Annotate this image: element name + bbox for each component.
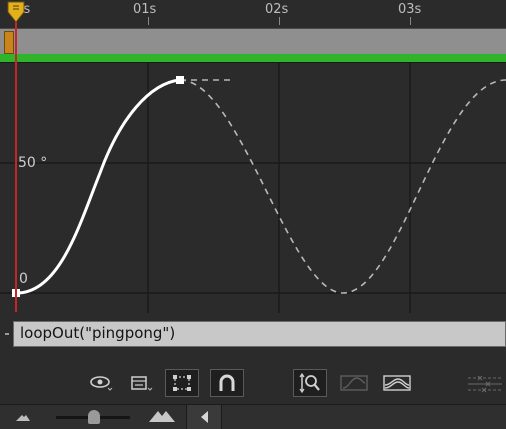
zoom-out-mountain-icon[interactable]: [14, 411, 34, 423]
ruler-label-2: 02s: [265, 2, 289, 17]
graph-canvas[interactable]: [0, 63, 506, 313]
ruler-label-3: 03s: [398, 2, 422, 17]
expression-marker: [5, 333, 9, 335]
expression-text: loopOut("pingpong"): [20, 324, 176, 342]
scroll-left-arrow-icon: [201, 411, 208, 423]
fit-all-icon: [383, 375, 411, 391]
ruler-tick: [148, 17, 149, 25]
zoom-bar: [0, 404, 506, 429]
fit-zoom-icon: [299, 372, 320, 394]
separate-dimensions-icon: [468, 375, 502, 393]
fit-selection-icon: [340, 375, 368, 391]
zoom-in-mountain-icon[interactable]: [147, 408, 177, 424]
transform-box-icon: [173, 375, 191, 391]
transform-box-button[interactable]: [165, 369, 199, 397]
time-ruler[interactable]: 00s 01s 02s 03s: [0, 0, 506, 28]
value-label-50: 50 °: [18, 155, 48, 171]
graph-grid: [0, 63, 506, 313]
graph-toolbar: [0, 364, 506, 402]
loop-curve-dashed: [179, 79, 506, 294]
graph-type-button[interactable]: [124, 369, 158, 397]
fit-zoom-button[interactable]: [293, 369, 327, 397]
ruler-tick: [279, 17, 280, 25]
value-curve[interactable]: [15, 78, 182, 295]
eye-icon: [90, 376, 113, 391]
separate-dimensions-button[interactable]: [462, 369, 506, 397]
scroll-left-button[interactable]: [186, 405, 222, 429]
snap-magnet-icon: [219, 374, 235, 391]
playhead-line[interactable]: [15, 22, 17, 312]
ruler-label-1: 01s: [133, 2, 157, 17]
work-area-bar[interactable]: [0, 28, 506, 55]
playhead-handle-icon[interactable]: [6, 0, 26, 24]
graph-editor-area[interactable]: 50 ° 0: [0, 63, 506, 313]
graph-type-icon: [131, 376, 153, 391]
fit-selection-button[interactable]: [337, 369, 371, 397]
work-area-start-handle[interactable]: [4, 31, 14, 54]
expression-field[interactable]: loopOut("pingpong"): [13, 321, 506, 347]
eye-button[interactable]: [84, 369, 118, 397]
ruler-tick: [410, 17, 411, 25]
value-label-0: 0: [19, 271, 28, 287]
layer-duration-bar: [0, 54, 506, 63]
zoom-slider-thumb[interactable]: [88, 410, 100, 424]
snap-button[interactable]: [210, 369, 244, 397]
fit-all-button[interactable]: [380, 369, 414, 397]
keyframe-end[interactable]: [176, 76, 184, 84]
